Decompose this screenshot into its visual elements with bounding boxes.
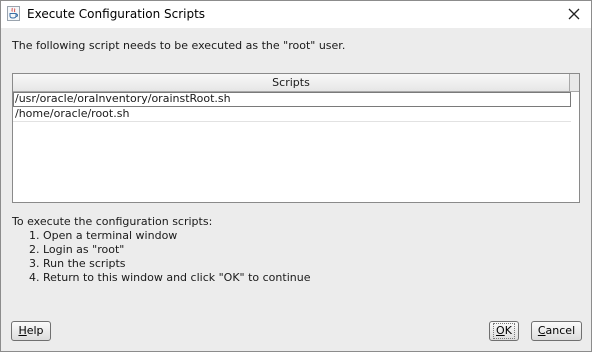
instructions-heading: To execute the configuration scripts:	[12, 215, 213, 228]
instruction-step: 4. Return to this window and click "OK" t…	[12, 271, 310, 285]
intro-text: The following script needs to be execute…	[12, 39, 346, 52]
script-row-orainstroot[interactable]: /usr/oracle/oraInventory/orainstRoot.sh	[13, 92, 571, 107]
close-icon	[568, 8, 580, 20]
close-button[interactable]	[561, 3, 587, 25]
step-number: 1.	[29, 229, 40, 242]
step-text: Run the scripts	[43, 257, 126, 270]
instructions: To execute the configuration scripts: 1.…	[12, 215, 310, 285]
scrollbar-corner	[570, 74, 579, 92]
instructions-steps: 1. Open a terminal window 2. Login as "roo…	[12, 229, 310, 285]
step-number: 2.	[29, 243, 40, 256]
instruction-step: 2. Login as "root"	[12, 243, 310, 257]
instruction-step: 3. Run the scripts	[12, 257, 310, 271]
java-cup-icon	[7, 6, 20, 21]
dialog-content: The following script needs to be execute…	[1, 28, 591, 351]
ok-button-label: OK	[493, 323, 515, 339]
step-text: Login as "root"	[43, 243, 125, 256]
script-row-root[interactable]: /home/oracle/root.sh	[13, 107, 571, 122]
step-number: 3.	[29, 257, 40, 270]
scripts-table: Scripts /usr/oracle/oraInventory/orainst…	[12, 73, 580, 203]
help-button[interactable]: Help	[11, 321, 51, 341]
instruction-step: 1. Open a terminal window	[12, 229, 310, 243]
execute-scripts-dialog: Execute Configuration Scripts The follow…	[0, 0, 592, 352]
scripts-column-header[interactable]: Scripts	[13, 74, 570, 92]
step-text: Return to this window and click "OK" to …	[43, 271, 311, 284]
window-title: Execute Configuration Scripts	[27, 7, 206, 21]
help-button-label: Help	[18, 324, 44, 337]
step-text: Open a terminal window	[43, 229, 178, 242]
ok-button[interactable]: OK	[489, 321, 519, 341]
cancel-button-label: Cancel	[537, 324, 576, 337]
title-bar: Execute Configuration Scripts	[1, 1, 591, 28]
step-number: 4.	[29, 271, 40, 284]
cancel-button[interactable]: Cancel	[531, 321, 582, 341]
